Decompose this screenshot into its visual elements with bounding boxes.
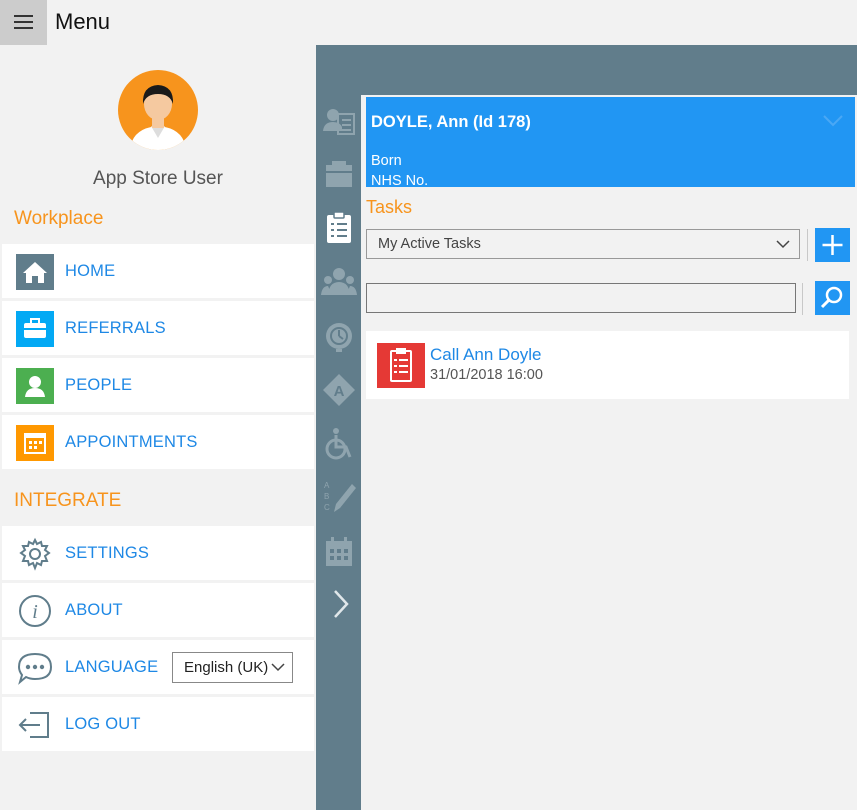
svg-text:A: A xyxy=(334,383,345,400)
menu-item-appointments[interactable]: APPOINTMENTS xyxy=(2,415,314,469)
calendar-icon xyxy=(16,425,54,461)
patient-name: DOYLE, Ann (Id 178) xyxy=(371,113,531,131)
patient-banner[interactable]: DOYLE, Ann (Id 178) Born NHS No. xyxy=(366,97,855,189)
alert-icon[interactable]: A xyxy=(320,371,358,409)
hamburger-line xyxy=(14,21,33,23)
menu-item-people[interactable]: PEOPLE xyxy=(2,358,314,412)
task-filter-select[interactable]: My Active Tasks xyxy=(366,229,800,259)
hamburger-menu-button[interactable] xyxy=(0,0,47,45)
menu-label-people: PEOPLE xyxy=(65,376,133,394)
svg-text:i: i xyxy=(32,601,38,623)
task-icon xyxy=(377,343,425,388)
person-details-icon[interactable] xyxy=(320,103,358,141)
logout-icon xyxy=(18,712,49,738)
task-panel: DOYLE, Ann (Id 178) Born NHS No. Tasks M… xyxy=(361,45,857,810)
divider xyxy=(802,283,803,315)
chat-bubble-icon xyxy=(17,652,53,685)
menu-item-home[interactable]: HOME xyxy=(2,244,314,298)
content-area: A ABC DOYLE, Ann (Id 178) Born NHS No. T… xyxy=(316,45,857,810)
task-date: 31/01/2018 16:00 xyxy=(430,367,543,383)
language-select-value: English (UK) xyxy=(184,659,269,676)
svg-text:A: A xyxy=(324,481,330,490)
menu-label-referrals: REFERRALS xyxy=(65,319,166,337)
tasks-heading: Tasks xyxy=(366,197,413,217)
menu-label-home: HOME xyxy=(65,262,116,280)
menu-label-settings: SETTINGS xyxy=(65,544,150,562)
plus-icon xyxy=(822,235,843,255)
svg-text:C: C xyxy=(324,503,330,512)
menu-panel: App Store User Workplace HOME REFERRALS … xyxy=(0,45,316,810)
list-item[interactable]: Call Ann Doyle 31/01/2018 16:00 xyxy=(366,331,849,399)
menu-label-about: ABOUT xyxy=(65,601,123,619)
search-button[interactable] xyxy=(815,281,850,315)
alarm-icon[interactable] xyxy=(320,317,358,355)
chevron-down-icon xyxy=(776,240,790,249)
task-search-input[interactable] xyxy=(366,283,796,313)
info-icon: i xyxy=(19,595,51,627)
gear-icon xyxy=(19,537,51,571)
menu-item-language[interactable]: LANGUAGE English (UK) xyxy=(2,640,314,694)
hamburger-line xyxy=(14,15,33,17)
menu-label-language: LANGUAGE xyxy=(65,658,159,676)
chevron-right-icon[interactable] xyxy=(320,585,358,623)
user-name: App Store User xyxy=(93,168,223,189)
menu-label-logout: LOG OUT xyxy=(65,715,141,733)
clipboard-icon[interactable] xyxy=(320,209,358,247)
title-bar: Menu xyxy=(0,0,857,45)
patient-born: Born xyxy=(371,153,402,169)
user-avatar-icon xyxy=(130,85,186,150)
chevron-down-icon[interactable] xyxy=(823,115,843,127)
avatar[interactable] xyxy=(118,70,198,150)
menu-item-referrals[interactable]: REFERRALS xyxy=(2,301,314,355)
group-icon[interactable] xyxy=(320,263,358,301)
menu-title: Menu xyxy=(55,9,111,34)
side-nav: A ABC xyxy=(316,45,361,810)
divider xyxy=(807,229,808,261)
clipboard-icon xyxy=(390,348,412,382)
person-icon xyxy=(16,368,54,404)
patient-nhs: NHS No. xyxy=(371,173,429,189)
panel-top-bar xyxy=(361,45,857,95)
add-task-button[interactable] xyxy=(815,228,850,262)
search-icon xyxy=(820,286,843,309)
hamburger-line xyxy=(14,27,33,29)
language-select[interactable]: English (UK) xyxy=(172,652,293,683)
svg-text:B: B xyxy=(324,492,329,501)
section-workplace: Workplace xyxy=(14,208,104,229)
menu-item-about[interactable]: i ABOUT xyxy=(2,583,314,637)
section-integrate: INTEGRATE xyxy=(14,490,122,511)
menu-item-logout[interactable]: LOG OUT xyxy=(2,697,314,751)
menu-label-appointments: APPOINTMENTS xyxy=(65,433,198,451)
abc-pen-icon[interactable]: ABC xyxy=(320,478,358,516)
folder-icon[interactable] xyxy=(320,155,358,193)
home-icon xyxy=(16,254,54,290)
task-title: Call Ann Doyle xyxy=(430,345,542,364)
menu-item-settings[interactable]: SETTINGS xyxy=(2,526,314,580)
chevron-down-icon xyxy=(271,663,285,672)
wheelchair-icon[interactable] xyxy=(320,425,358,463)
task-filter-value: My Active Tasks xyxy=(378,236,481,252)
briefcase-icon xyxy=(16,311,54,347)
calendar-icon[interactable] xyxy=(320,533,358,571)
